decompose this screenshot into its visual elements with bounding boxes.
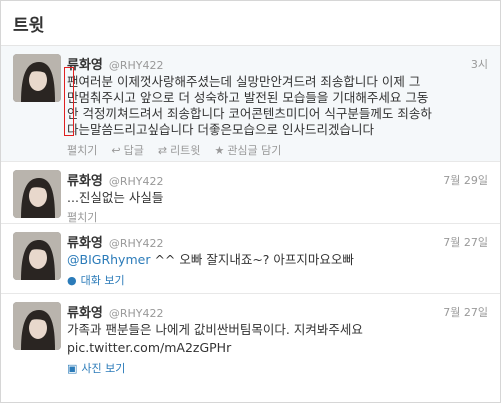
author-name[interactable]: 류화영	[67, 170, 103, 189]
timeline-title: 트윗	[13, 16, 45, 36]
tweet-text-line: 팬여러분 이제껏사랑해주셨는데 실망만안겨드려 죄송합니다 이제 그	[67, 74, 421, 89]
retweet-icon: ⇄	[157, 143, 168, 157]
conversation-icon: ●	[67, 273, 77, 287]
photo-link[interactable]: pic.twitter.com/mA2zGPHr	[67, 340, 488, 356]
avatar[interactable]	[13, 54, 61, 102]
timeline-header: 트윗	[1, 1, 500, 46]
reply-label: 답글	[123, 144, 144, 157]
tweet-text: 팬여러분 이제껏사랑해주셨는데 실망만안겨드려 죄송합니다 이제 그 만멈춰주시…	[67, 74, 488, 138]
tweet-time[interactable]: 7월 29일	[443, 172, 488, 188]
tweet-text-line: 다는말씀드리고싶습니다 더좋은모습으로 인사드리겠습니다	[67, 122, 374, 137]
tweet-timeline: 트윗 류화영 @RHY422 3시 팬여러분 이제껏사랑해주셨는데 실망만안겨드…	[0, 0, 501, 403]
tweet-author-row: 류화영 @RHY422	[67, 232, 488, 251]
collapse-button[interactable]: 펼치기	[67, 142, 97, 158]
view-photo-button[interactable]: ▣ 사진 보기	[67, 360, 488, 376]
mention-link[interactable]: @BIGRhymer	[67, 252, 150, 267]
tweet-author-row: 류화영 @RHY422	[67, 54, 488, 73]
tweet-time[interactable]: 7월 27일	[443, 234, 488, 250]
favorite-button[interactable]: ★ 관심글 담기	[214, 142, 281, 158]
author-handle[interactable]: @RHY422	[109, 307, 164, 320]
star-icon: ★	[214, 143, 225, 157]
tweet-item[interactable]: 류화영 @RHY422 7월 29일 ...진실없는 사실들 펼치기	[1, 162, 500, 224]
tweet-text: @BIGRhymer ^^ 오빠 잘지내죠~? 아프지마요오빠	[67, 252, 488, 268]
tweet-actions: 펼치기 ↩ 답글 ⇄ 리트윗 ★ 관심글 담기	[67, 142, 488, 158]
tweet-item[interactable]: 류화영 @RHY422 7월 27일 가족과 팬분들은 나에게 값비싼버팀목이다…	[1, 294, 500, 402]
photo-icon: ▣	[67, 361, 78, 375]
tweet-text: 가족과 팬분들은 나에게 값비싼버팀목이다. 지켜봐주세요	[67, 322, 363, 337]
tweet-author-row: 류화영 @RHY422	[67, 302, 488, 321]
author-handle[interactable]: @RHY422	[109, 175, 164, 188]
author-handle[interactable]: @RHY422	[109, 59, 164, 72]
tweet-text-body: ^^ 오빠 잘지내죠~? 아프지마요오빠	[150, 252, 354, 267]
tweet-text-line: 만멈춰주시고 앞으로 더 성숙하고 발전된 모습들을 기대해주세요 그동	[67, 90, 429, 105]
view-photo-label: 사진 보기	[81, 362, 126, 375]
author-handle[interactable]: @RHY422	[109, 237, 164, 250]
tweet-time[interactable]: 7월 27일	[443, 304, 488, 320]
tweet-text: ...진실없는 사실들	[67, 190, 164, 205]
tweet-author-row: 류화영 @RHY422	[67, 170, 488, 189]
retweet-button[interactable]: ⇄ 리트윗	[158, 142, 201, 158]
avatar[interactable]	[13, 232, 61, 280]
favorite-label: 관심글 담기	[227, 144, 282, 157]
reply-icon: ↩	[111, 143, 121, 157]
tweet-time[interactable]: 3시	[471, 56, 488, 72]
view-conversation-label: 대화 보기	[80, 274, 125, 287]
view-conversation-button[interactable]: ● 대화 보기	[67, 272, 488, 288]
tweet-text-line: 안 걱정끼쳐드려서 죄송합니다 코어콘텐츠미디어 식구분들께도 죄송하	[67, 106, 432, 121]
tweet-item[interactable]: 류화영 @RHY422 7월 27일 @BIGRhymer ^^ 오빠 잘지내죠…	[1, 224, 500, 294]
highlight-box	[64, 67, 74, 136]
collapse-label: 펼치기	[67, 144, 98, 157]
avatar[interactable]	[13, 170, 61, 218]
expand-button[interactable]: 펼치기	[67, 209, 488, 225]
reply-button[interactable]: ↩ 답글	[111, 142, 143, 158]
author-name[interactable]: 류화영	[67, 232, 103, 251]
author-name[interactable]: 류화영	[67, 302, 103, 321]
tweet-item[interactable]: 류화영 @RHY422 3시 팬여러분 이제껏사랑해주셨는데 실망만안겨드려 죄…	[1, 46, 500, 162]
avatar[interactable]	[13, 302, 61, 350]
retweet-label: 리트윗	[170, 144, 201, 157]
